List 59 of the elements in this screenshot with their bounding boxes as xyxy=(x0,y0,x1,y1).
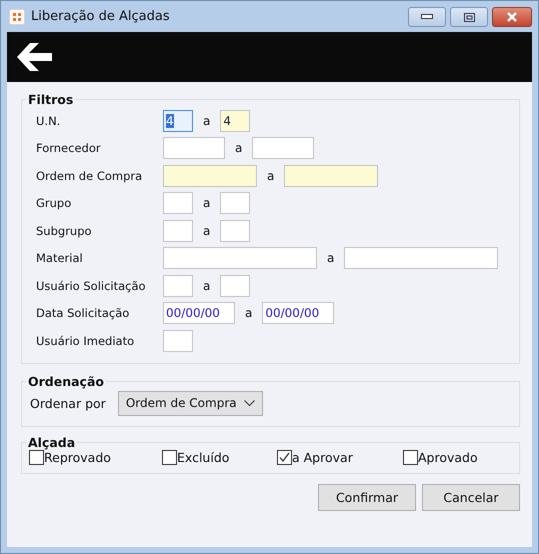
input-field[interactable] xyxy=(163,192,193,214)
checkbox[interactable] xyxy=(403,450,418,464)
field-label: Subgrupo xyxy=(36,224,93,238)
range-separator: a xyxy=(202,224,212,238)
maximize-button[interactable] xyxy=(450,7,488,27)
group-title: Ordenação xyxy=(27,374,105,388)
field-label: U.N. xyxy=(36,114,62,128)
input-field[interactable] xyxy=(220,220,250,242)
range-separator: a xyxy=(202,278,212,293)
field-label: Usuário Solicitação xyxy=(36,278,147,293)
input-field[interactable] xyxy=(252,137,314,160)
input-field[interactable] xyxy=(163,164,257,187)
checkbox-label: a Aprovar xyxy=(292,450,353,464)
checkbox-label: Reprovado xyxy=(44,450,111,464)
input-field[interactable] xyxy=(284,164,378,187)
checkbox-label: Aprovado xyxy=(418,450,478,464)
input-field[interactable] xyxy=(163,137,225,160)
input-field[interactable]: 00/00/00 xyxy=(262,302,334,324)
range-separator: a xyxy=(266,168,276,183)
minimize-button[interactable] xyxy=(408,7,446,27)
close-icon xyxy=(506,12,518,22)
minimize-icon xyxy=(421,14,433,20)
input-field[interactable] xyxy=(163,220,193,242)
window-title: Liberação de Alçadas xyxy=(31,9,170,24)
input-field[interactable] xyxy=(163,247,317,270)
cancel-button[interactable]: Cancelar xyxy=(422,484,520,510)
field-label: Ordem de Compra xyxy=(36,168,144,183)
input-field[interactable]: 00/00/00 xyxy=(163,302,235,324)
sort-dropdown[interactable]: Ordem de Compra xyxy=(118,390,263,416)
group-title: Alçada xyxy=(27,434,76,450)
input-field[interactable] xyxy=(220,274,250,297)
maximize-icon xyxy=(464,12,474,22)
field-label: Data Solicitação xyxy=(36,306,130,320)
checkbox[interactable] xyxy=(277,450,292,464)
group-title: Filtros xyxy=(27,92,74,107)
chevron-down-icon xyxy=(244,400,255,406)
field-label: Ordenar por xyxy=(30,396,106,410)
app-icon xyxy=(9,8,25,24)
field-label: Material xyxy=(36,251,84,266)
input-field[interactable] xyxy=(220,192,250,214)
input-field[interactable] xyxy=(163,330,193,352)
checkbox[interactable] xyxy=(29,450,44,464)
close-button[interactable] xyxy=(492,7,532,27)
field-label: Fornecedor xyxy=(36,141,102,156)
input-field[interactable]: 4 xyxy=(163,110,193,132)
confirm-button[interactable]: Confirmar xyxy=(318,484,416,510)
range-separator: a xyxy=(326,251,336,266)
range-separator: a xyxy=(202,114,212,128)
field-label: Grupo xyxy=(36,196,72,210)
field-label: Usuário Imediato xyxy=(36,334,136,348)
checkbox[interactable] xyxy=(162,450,177,464)
checkbox-label: Excluído xyxy=(177,450,230,464)
input-field[interactable] xyxy=(344,247,498,270)
range-separator: a xyxy=(234,141,244,156)
range-separator: a xyxy=(244,306,254,320)
range-separator: a xyxy=(202,196,212,210)
back-arrow-icon[interactable] xyxy=(17,43,53,71)
input-field[interactable]: 4 xyxy=(220,110,250,132)
input-field[interactable] xyxy=(163,274,193,297)
